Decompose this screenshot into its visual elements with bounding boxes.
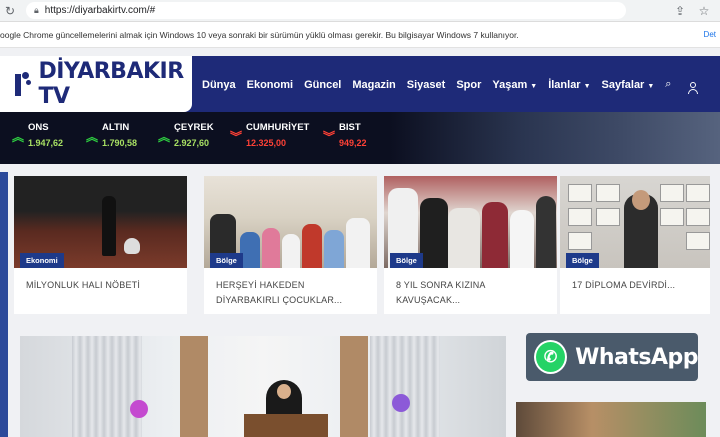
user-icon[interactable] bbox=[688, 82, 698, 94]
address-bar[interactable]: 🔒︎ https://diyarbakirtv.com/# bbox=[26, 2, 626, 19]
ticker-background bbox=[390, 112, 720, 164]
nav-item-ekonomi[interactable]: Ekonomi bbox=[247, 79, 293, 91]
bookmark-star-icon[interactable]: ☆ bbox=[694, 1, 714, 21]
featured-news-image[interactable] bbox=[20, 336, 506, 437]
news-card-image[interactable]: Ekonomi bbox=[14, 176, 187, 268]
ticker-item-altin: ︽ ALTIN 1.790,58 bbox=[86, 122, 138, 148]
info-message: oogle Chrome güncellemelerini almak için… bbox=[0, 29, 519, 40]
trend-up-icon: ︽ bbox=[158, 130, 171, 144]
ticker-item-bist: ︾ BIST 949,22 bbox=[323, 122, 367, 148]
sidebar-news-thumbnail[interactable] bbox=[516, 402, 706, 437]
browser-toolbar: ↻ 🔒︎ https://diyarbakirtv.com/# ⇪ ☆ bbox=[0, 0, 720, 22]
nav-item-spor[interactable]: Spor bbox=[456, 79, 481, 91]
main-nav: Dünya Ekonomi Güncel Magazin Siyaset Spo… bbox=[202, 78, 671, 91]
share-icon[interactable]: ⇪ bbox=[670, 1, 690, 21]
ticker-item-ceyrek: ︽ ÇEYREK 2.927,60 bbox=[158, 122, 214, 148]
nav-item-ilanlar[interactable]: İlanlar ▼ bbox=[548, 79, 590, 91]
category-badge[interactable]: Bölge bbox=[210, 253, 243, 268]
nav-item-yasam[interactable]: Yaşam ▼ bbox=[492, 79, 537, 91]
left-banner-strip bbox=[0, 172, 8, 437]
logo-mark-icon bbox=[12, 70, 35, 98]
category-badge[interactable]: Bölge bbox=[390, 253, 423, 268]
news-card-image[interactable]: Bölge bbox=[384, 176, 557, 268]
news-card[interactable]: Bölge HERŞEYİ HAKEDEN DİYARBAKIRLI ÇOCUK… bbox=[204, 176, 377, 314]
ticker-item-cumhuriyet: ︾ CUMHURİYET 12.325,00 bbox=[230, 122, 310, 148]
news-card-title[interactable]: 17 DİPLOMA DEVİRDİ... bbox=[560, 268, 710, 293]
news-card[interactable]: Bölge 8 YIL SONRA KIZINA KAVUŞACAK... bbox=[384, 176, 557, 314]
trend-down-icon: ︾ bbox=[323, 130, 336, 144]
update-info-bar: oogle Chrome güncellemelerini almak için… bbox=[0, 22, 720, 48]
ticker-item-ons: ︽ ONS 1.947,62 bbox=[12, 122, 64, 148]
news-card[interactable]: Ekonomi MİLYONLUK HALI NÖBETİ bbox=[14, 176, 187, 314]
whatsapp-icon: ✆ bbox=[534, 340, 568, 374]
news-card-title[interactable]: MİLYONLUK HALI NÖBETİ bbox=[14, 268, 187, 293]
search-icon[interactable]: ⌕ bbox=[665, 78, 671, 91]
news-card[interactable]: Bölge 17 DİPLOMA DEVİRDİ... bbox=[560, 176, 710, 314]
nav-item-guncel[interactable]: Güncel bbox=[304, 79, 341, 91]
chevron-down-icon: ▼ bbox=[647, 82, 655, 90]
site-logo[interactable]: DİYARBAKIR TV bbox=[0, 56, 192, 112]
news-card-image[interactable]: Bölge bbox=[204, 176, 377, 268]
trend-down-icon: ︾ bbox=[230, 130, 243, 144]
market-ticker: ︽ ONS 1.947,62 ︽ ALTIN 1.790,58 ︽ ÇEYREK… bbox=[0, 112, 720, 164]
category-badge[interactable]: Bölge bbox=[566, 253, 599, 268]
whatsapp-banner[interactable]: ✆ WhatsApp bbox=[526, 333, 698, 381]
trend-up-icon: ︽ bbox=[12, 130, 25, 144]
nav-item-sayfalar[interactable]: Sayfalar ▼ bbox=[602, 79, 655, 91]
nav-item-siyaset[interactable]: Siyaset bbox=[407, 79, 446, 91]
chevron-down-icon: ▼ bbox=[583, 82, 591, 90]
lock-icon[interactable]: 🔒︎ bbox=[34, 5, 39, 16]
nav-item-magazin[interactable]: Magazin bbox=[352, 79, 395, 91]
info-details-link[interactable]: Det bbox=[704, 30, 716, 39]
nav-item-dunya[interactable]: Dünya bbox=[202, 79, 236, 91]
reload-icon[interactable]: ↻ bbox=[0, 1, 20, 21]
trend-up-icon: ︽ bbox=[86, 130, 99, 144]
category-badge[interactable]: Ekonomi bbox=[20, 253, 64, 268]
chevron-down-icon: ▼ bbox=[530, 82, 538, 90]
url-text: https://diyarbakirtv.com/# bbox=[44, 5, 156, 16]
news-card-title[interactable]: HERŞEYİ HAKEDEN DİYARBAKIRLI ÇOCUKLAR... bbox=[204, 268, 377, 308]
news-card-title[interactable]: 8 YIL SONRA KIZINA KAVUŞACAK... bbox=[384, 268, 557, 308]
whatsapp-label: WhatsApp bbox=[575, 344, 698, 370]
logo-text: DİYARBAKIR TV bbox=[38, 59, 184, 109]
site-header: DİYARBAKIR TV Dünya Ekonomi Güncel Magaz… bbox=[0, 56, 720, 112]
news-card-image[interactable]: Bölge bbox=[560, 176, 710, 268]
